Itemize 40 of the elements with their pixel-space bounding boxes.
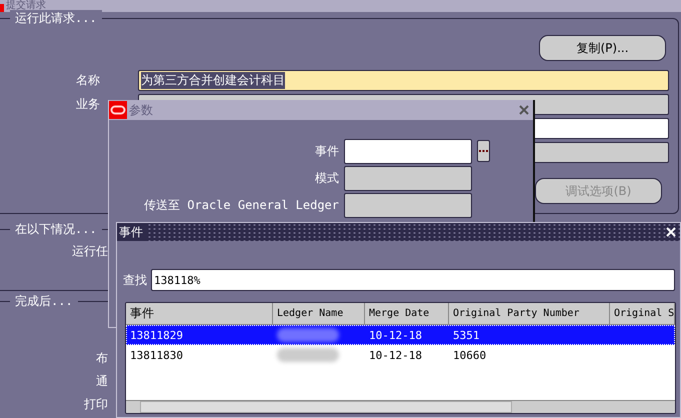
- group-title: 运行此请求...: [10, 10, 102, 26]
- field-label: 名称: [75, 72, 100, 89]
- column-header[interactable]: Ledger Name: [273, 303, 365, 325]
- column-header[interactable]: 事件: [126, 303, 273, 325]
- field-label: 布: [96, 350, 108, 367]
- field-value: 为第三方合并创建会计科目: [141, 72, 285, 89]
- search-field[interactable]: 138118%: [151, 269, 675, 291]
- field-label: 打印: [84, 396, 108, 413]
- list-of-values-button[interactable]: [477, 140, 490, 162]
- scrollbar[interactable]: [126, 400, 675, 413]
- table-cell-text: 13811829: [129, 328, 184, 342]
- field-label: 事件: [314, 142, 339, 160]
- column-header[interactable]: Original Party Number: [449, 303, 610, 325]
- input-field[interactable]: [344, 138, 472, 164]
- table-cell-text: 10-12-18: [368, 348, 423, 362]
- field-label: 运行任: [72, 243, 108, 260]
- column-header[interactable]: Merge Date: [365, 303, 449, 325]
- table-cell-text: 5351: [452, 328, 480, 342]
- column-header[interactable]: Original S: [610, 303, 675, 325]
- field-label: 传送至 Oracle General Ledger: [143, 196, 339, 214]
- table-cell-text: 13811830: [129, 348, 184, 362]
- table-cell-text: 10660: [452, 348, 488, 362]
- logo-icon: [109, 101, 127, 119]
- search-label: 查找: [123, 272, 147, 288]
- table-cell-text: 10-12-18: [368, 328, 423, 342]
- field-label: 业务: [75, 96, 100, 113]
- field-label: 通: [96, 373, 108, 390]
- table-row[interactable]: 13811829 10-12-18 5351: [126, 325, 675, 345]
- ellipsis-icon: [479, 150, 488, 152]
- input-field[interactable]: [344, 166, 472, 190]
- dialog-title: 参数: [129, 102, 153, 118]
- copy-button[interactable]: 复制(P)...: [539, 35, 666, 61]
- dialog-title: 事件: [117, 224, 147, 240]
- group-title: 完成后...: [10, 293, 78, 309]
- field-label: 模式: [314, 170, 339, 186]
- input-field[interactable]: [344, 192, 472, 218]
- group-title: 在以下情况...: [10, 221, 102, 237]
- app-icon: [0, 4, 4, 12]
- table-row[interactable]: 13811830 10-12-18 10660: [126, 345, 675, 365]
- input-field[interactable]: 为第三方合并创建会计科目: [138, 70, 669, 91]
